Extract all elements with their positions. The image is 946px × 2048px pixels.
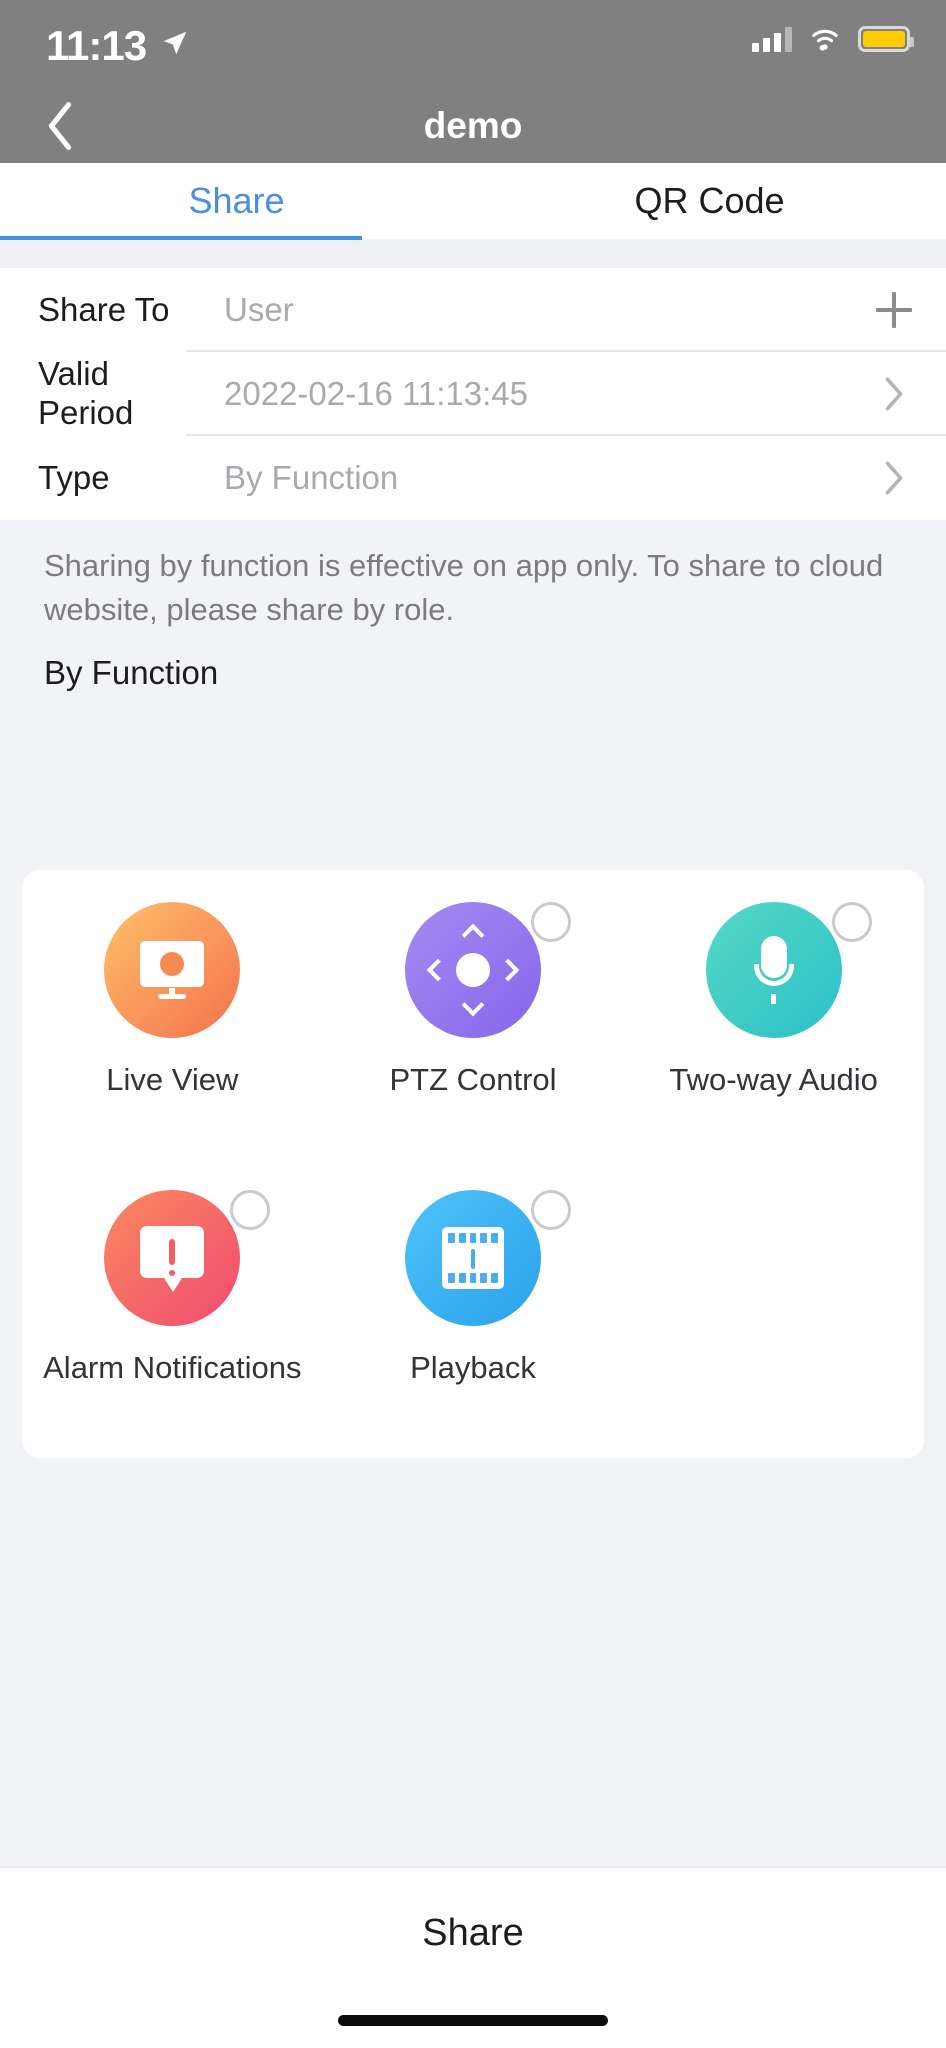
form-label-share-to: Share To	[38, 291, 188, 330]
playback-checkbox[interactable]	[531, 1190, 571, 1230]
status-bar-indicators	[752, 26, 910, 52]
valid-period-disclosure[interactable]	[872, 372, 916, 416]
playback-icon-badge	[405, 1190, 541, 1326]
tab-qr-code[interactable]: QR Code	[473, 163, 946, 239]
add-user-button[interactable]	[872, 288, 916, 332]
section-title-by-function: By Function	[0, 632, 946, 692]
function-row: Live View PTZ Control	[22, 870, 924, 1098]
alarm-notifications-icon-badge	[104, 1190, 240, 1326]
microphone-icon	[752, 936, 796, 1004]
chevron-right-icon	[884, 376, 904, 412]
share-to-input[interactable]: User	[188, 291, 946, 329]
function-row: Alarm Notifications Playback	[22, 1158, 924, 1386]
function-alarm-notifications[interactable]: Alarm Notifications	[22, 1190, 323, 1386]
function-label: PTZ Control	[389, 1062, 556, 1098]
hint-section: Sharing by function is effective on app …	[0, 508, 946, 692]
tab-bottom-spacer	[0, 240, 946, 268]
function-label: Two-way Audio	[669, 1062, 878, 1098]
location-arrow-icon	[160, 28, 190, 63]
form-row-valid-period[interactable]: Valid Period 2022-02-16 11:13:45	[0, 352, 946, 436]
type-disclosure[interactable]	[872, 456, 916, 500]
share-form: Share To User Valid Period 2022-02-16 11…	[0, 268, 946, 520]
bottom-bar: Share	[0, 1866, 946, 2048]
film-strip-icon	[442, 1227, 504, 1289]
function-label: Playback	[410, 1350, 536, 1386]
function-ptz-control[interactable]: PTZ Control	[323, 902, 624, 1098]
alarm-notifications-checkbox[interactable]	[230, 1190, 270, 1230]
tab-share[interactable]: Share	[0, 163, 473, 239]
wifi-icon	[808, 26, 842, 52]
navigation-bar: demo	[0, 88, 946, 163]
function-card-row2: Alarm Notifications Playback	[22, 1158, 924, 1458]
live-view-icon-badge	[104, 902, 240, 1038]
page-title: demo	[0, 88, 946, 163]
function-label: Live View	[106, 1062, 238, 1098]
app-screen: 11:13 demo	[0, 0, 946, 2048]
chevron-right-icon	[884, 460, 904, 496]
function-live-view[interactable]: Live View	[22, 902, 323, 1098]
form-label-valid-period: Valid Period	[38, 355, 188, 433]
share-button[interactable]: Share	[0, 1868, 946, 1998]
status-bar: 11:13	[0, 0, 946, 88]
function-card-row1: Live View PTZ Control	[22, 870, 924, 1158]
ptz-control-icon-badge	[405, 902, 541, 1038]
function-empty-slot	[623, 1190, 924, 1386]
status-bar-time: 11:13	[46, 22, 146, 70]
home-indicator	[338, 2015, 608, 2026]
battery-icon	[858, 26, 910, 52]
cellular-signal-icon	[752, 26, 792, 52]
valid-period-value[interactable]: 2022-02-16 11:13:45	[188, 375, 946, 413]
function-two-way-audio[interactable]: Two-way Audio	[623, 902, 924, 1098]
ptz-dpad-icon	[428, 925, 518, 1015]
form-label-type: Type	[38, 459, 188, 498]
two-way-audio-checkbox[interactable]	[832, 902, 872, 942]
monitor-camera-icon	[140, 941, 204, 999]
ptz-control-checkbox[interactable]	[531, 902, 571, 942]
type-value[interactable]: By Function	[188, 459, 946, 497]
plus-icon	[876, 292, 912, 328]
hint-text: Sharing by function is effective on app …	[0, 508, 946, 632]
function-label: Alarm Notifications	[43, 1350, 301, 1386]
two-way-audio-icon-badge	[706, 902, 842, 1038]
tab-bar: Share QR Code	[0, 163, 946, 239]
alarm-bubble-icon	[140, 1226, 204, 1290]
form-row-share-to[interactable]: Share To User	[0, 268, 946, 352]
function-playback[interactable]: Playback	[323, 1190, 624, 1386]
